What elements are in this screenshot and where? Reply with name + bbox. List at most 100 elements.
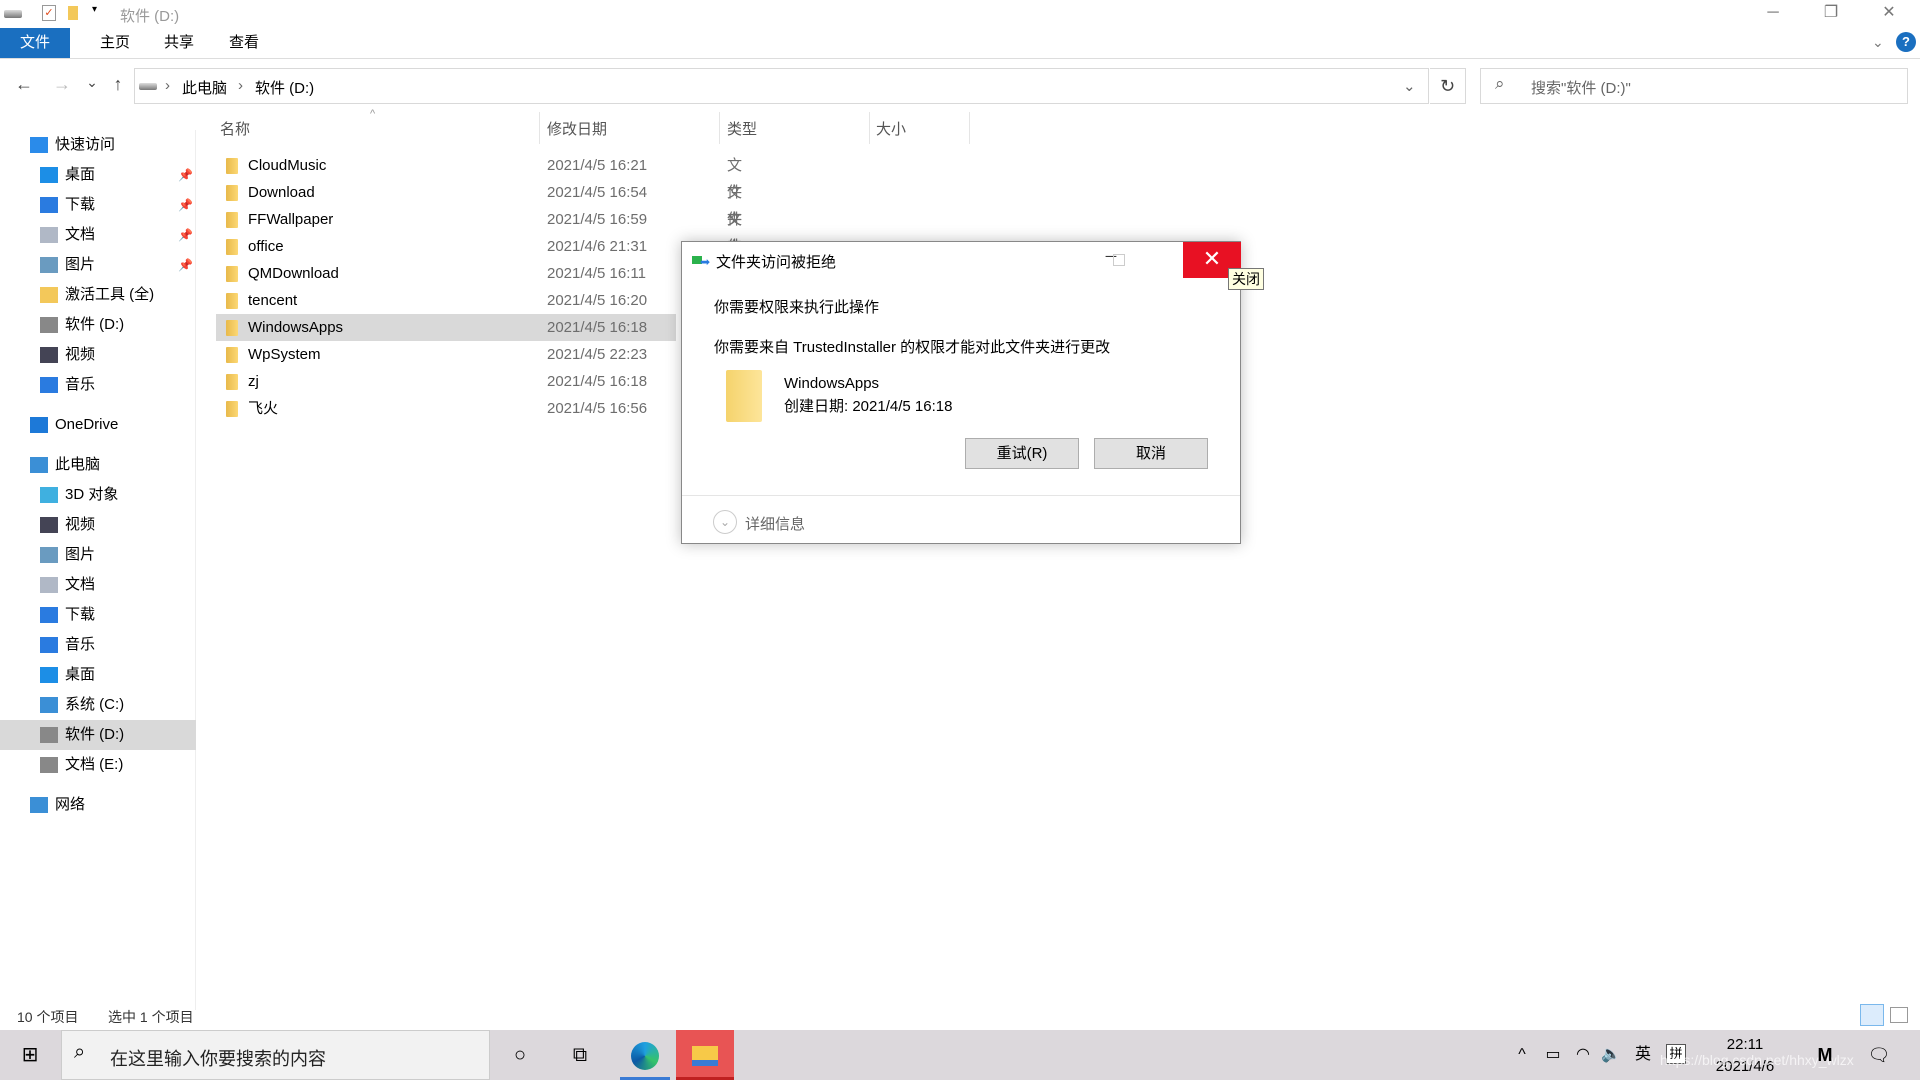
minimize-button[interactable]: ─: [1744, 0, 1802, 28]
breadcrumb-drive-d[interactable]: 软件 (D:): [255, 77, 314, 98]
file-row[interactable]: zj 2021/4/5 16:18: [216, 368, 662, 395]
start-button[interactable]: ⊞: [10, 1030, 50, 1080]
folder-icon: [226, 347, 238, 363]
edge-icon[interactable]: [620, 1030, 670, 1080]
sidebar-item[interactable]: 激活工具 (全): [0, 280, 196, 310]
back-button[interactable]: ←: [12, 74, 36, 95]
file-row[interactable]: QMDownload 2021/4/5 16:11: [216, 260, 662, 287]
volume-icon[interactable]: 🔈: [1598, 1030, 1624, 1080]
sidebar-item[interactable]: OneDrive: [0, 410, 196, 440]
video-icon: [40, 347, 58, 363]
sidebar-item[interactable]: 视频: [0, 340, 196, 370]
sidebar-item[interactable]: 桌面: [0, 660, 196, 690]
file-date: 2021/4/5 16:59: [547, 211, 648, 228]
details-toggle[interactable]: 详细信息: [745, 513, 805, 534]
cloud-icon: [30, 417, 48, 433]
tab-view[interactable]: 查看: [215, 28, 273, 58]
sidebar-item[interactable]: 下载 📌: [0, 190, 196, 220]
app-tray-icon[interactable]: M: [1810, 1030, 1840, 1080]
item-name: WindowsApps: [784, 375, 880, 392]
file-row[interactable]: FFWallpaper2021/4/5 16:59文件夹: [216, 206, 742, 282]
new-folder-icon[interactable]: [68, 6, 78, 20]
tab-home[interactable]: 主页: [86, 28, 144, 58]
breadcrumb-this-pc[interactable]: 此电脑: [182, 77, 227, 98]
column-header: ^ 名称 修改日期 类型 大小: [210, 108, 970, 144]
sidebar-item[interactable]: 桌面 📌: [0, 160, 196, 190]
recent-locations-button[interactable]: ⌄: [80, 74, 104, 91]
file-row[interactable]: WpSystem 2021/4/5 22:23: [216, 341, 662, 368]
sidebar-item[interactable]: 图片: [0, 540, 196, 570]
retry-button[interactable]: 重试(R): [965, 438, 1079, 469]
dialog-minimize-button[interactable]: ─: [1082, 248, 1140, 265]
file-row[interactable]: tencent 2021/4/5 16:20: [216, 287, 662, 314]
taskbar-search-input[interactable]: ⌕ 在这里输入你要搜索的内容: [61, 1030, 490, 1080]
clock-time[interactable]: 22:11: [1700, 1036, 1790, 1053]
sidebar-item[interactable]: 此电脑: [0, 450, 196, 480]
column-type[interactable]: 类型: [727, 118, 757, 142]
folder-icon: [226, 293, 238, 309]
pin-icon[interactable]: 📌: [178, 220, 193, 250]
sidebar-item[interactable]: 快速访问: [0, 130, 196, 160]
battery-icon[interactable]: ▭: [1540, 1030, 1566, 1080]
sidebar-item[interactable]: 软件 (D:): [0, 310, 196, 340]
tab-file[interactable]: 文件: [0, 28, 70, 58]
ime-language[interactable]: 英: [1630, 1030, 1656, 1080]
task-view-button[interactable]: ⧉: [560, 1030, 600, 1080]
column-date[interactable]: 修改日期: [547, 118, 607, 142]
sidebar-item[interactable]: 3D 对象: [0, 480, 196, 510]
large-icons-view-button[interactable]: [1890, 1007, 1908, 1023]
forward-button[interactable]: →: [50, 74, 74, 95]
pin-icon[interactable]: 📌: [178, 250, 193, 280]
file-name: office: [248, 238, 284, 255]
up-button[interactable]: ↑: [106, 74, 130, 95]
close-button[interactable]: ✕: [1860, 0, 1918, 28]
expand-ribbon-icon[interactable]: ⌄: [1872, 34, 1884, 51]
search-input[interactable]: ⌕ 搜索"软件 (D:)": [1480, 68, 1908, 104]
sidebar-item[interactable]: 网络: [0, 790, 196, 820]
details-view-button[interactable]: [1860, 1004, 1884, 1026]
pin-icon[interactable]: 📌: [178, 160, 193, 190]
music-icon: [40, 637, 58, 653]
file-row[interactable]: office 2021/4/6 21:31: [216, 233, 662, 260]
wifi-icon[interactable]: ◠: [1570, 1030, 1596, 1080]
column-name[interactable]: 名称: [220, 118, 250, 142]
file-explorer-icon[interactable]: [676, 1030, 734, 1080]
sidebar-item-label: 下载: [65, 196, 96, 213]
address-dropdown-icon[interactable]: ⌄: [1403, 77, 1416, 95]
file-row[interactable]: 飞火 2021/4/5 16:56: [216, 395, 662, 422]
properties-icon[interactable]: ✓: [42, 5, 56, 21]
sidebar-item[interactable]: 音乐: [0, 370, 196, 400]
expand-details-icon[interactable]: ⌄: [713, 510, 737, 534]
cortana-button[interactable]: ○: [500, 1030, 540, 1080]
pin-icon[interactable]: 📌: [178, 190, 193, 220]
cancel-button[interactable]: 取消: [1094, 438, 1208, 469]
sidebar-item-label: 激活工具 (全): [65, 286, 155, 303]
sidebar-item[interactable]: 文档 (E:): [0, 750, 196, 780]
download-icon: [40, 197, 58, 213]
sidebar-item[interactable]: 音乐: [0, 630, 196, 660]
customize-toolbar-icon[interactable]: ▾: [92, 4, 97, 15]
sidebar-item[interactable]: 文档: [0, 570, 196, 600]
restore-button[interactable]: ❐: [1802, 0, 1860, 28]
folder-icon: [226, 212, 238, 228]
refresh-button[interactable]: ↻: [1430, 68, 1466, 104]
sidebar-item[interactable]: 视频: [0, 510, 196, 540]
column-size[interactable]: 大小: [876, 118, 906, 142]
file-row[interactable]: WindowsApps 2021/4/5 16:18: [216, 314, 676, 341]
sidebar-item[interactable]: 下载: [0, 600, 196, 630]
file-row[interactable]: CloudMusic 2021/4/5 16:21 文件夹: [216, 152, 742, 228]
show-hidden-icons-button[interactable]: ^: [1510, 1030, 1534, 1080]
navigation-pane: 快速访问 桌面 📌 下载 📌 文档 📌 图片 📌 激活工具 (全) 软件 (D:) 视频 音乐 OneDr…: [0, 130, 196, 1010]
notification-center-icon[interactable]: 🗨: [1864, 1030, 1894, 1080]
sidebar-item-label: 视频: [65, 516, 96, 533]
tab-share[interactable]: 共享: [150, 28, 208, 58]
help-icon[interactable]: ?: [1896, 32, 1916, 52]
file-date: 2021/4/6 21:31: [547, 238, 648, 255]
sidebar-item[interactable]: 系统 (C:): [0, 690, 196, 720]
address-bar[interactable]: › 此电脑 › 软件 (D:) ⌄: [134, 68, 1429, 104]
sidebar-item[interactable]: 图片 📌: [0, 250, 196, 280]
sidebar-item[interactable]: 文档 📌: [0, 220, 196, 250]
file-row[interactable]: Download2021/4/5 16:54文件夹: [216, 179, 742, 255]
status-bar: 10 个项目 选中 1 个项目: [0, 1004, 1920, 1028]
sidebar-item[interactable]: 软件 (D:): [0, 720, 196, 750]
